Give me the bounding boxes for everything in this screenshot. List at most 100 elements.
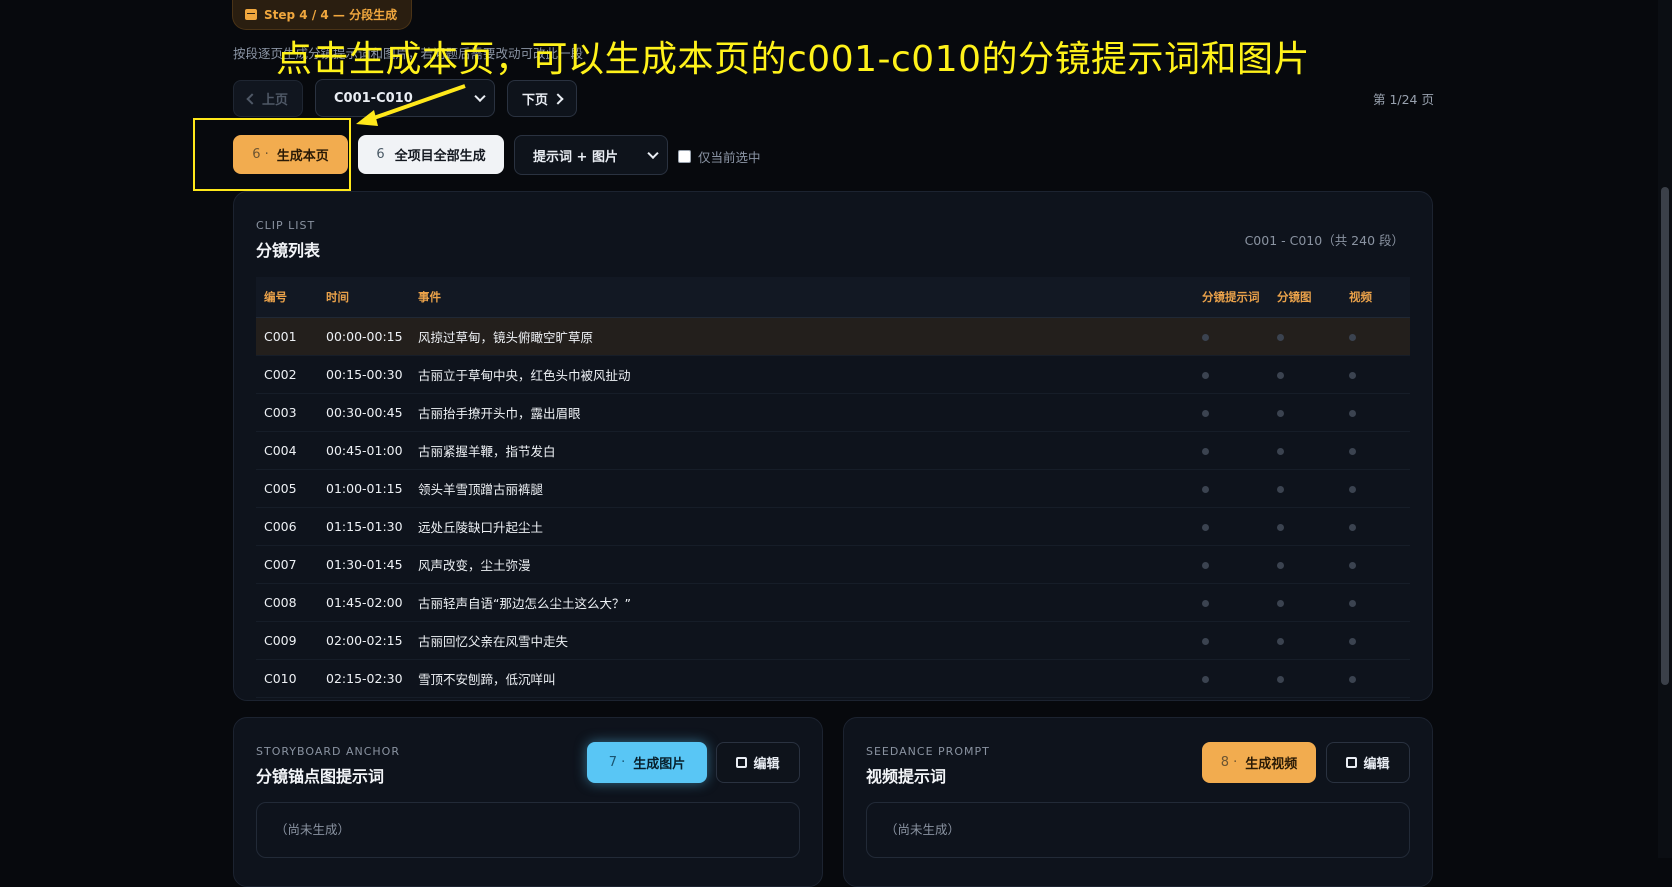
table-row[interactable]: C005 01:00-01:15 领头羊雪顶蹭古丽裤腿	[256, 469, 1410, 508]
status-dot-icon	[1349, 448, 1356, 455]
prev-page-button[interactable]: 上页	[233, 80, 303, 117]
row-id: C002	[256, 355, 325, 394]
clip-table: 编号 时间 事件 分镜提示词 分镜图 视频 C001 00:00-00:15 风…	[256, 277, 1410, 698]
seedance-prompt-panel: SEEDANCE PROMPT 视频提示词 8 · 生成视频 编辑 （尚未生成）	[843, 717, 1433, 887]
seedance-prompt-content: （尚未生成）	[866, 802, 1410, 858]
col-event: 事件	[417, 277, 1201, 318]
row-time: 01:45-02:00	[325, 583, 417, 622]
clip-list-title: 分镜列表	[256, 241, 321, 260]
scrollbar-thumb[interactable]	[1661, 187, 1669, 685]
row-time: 02:15-02:30	[325, 659, 417, 698]
video-status	[1348, 469, 1410, 508]
calendar-icon	[245, 9, 257, 20]
generate-mode-value: 提示词 + 图片	[533, 149, 618, 165]
prompt-status	[1201, 507, 1276, 546]
image-status	[1276, 355, 1348, 394]
table-row[interactable]: C010 02:15-02:30 雪顶不安刨蹄，低沉咩叫	[256, 659, 1410, 698]
image-status	[1276, 507, 1348, 546]
edit-seedance-label: 编辑	[1363, 757, 1390, 772]
status-dot-icon	[1202, 676, 1209, 683]
video-status	[1348, 355, 1410, 394]
status-dot-icon	[1349, 676, 1356, 683]
col-time: 时间	[325, 277, 417, 318]
video-status	[1348, 431, 1410, 470]
clip-list-eyebrow: CLIP LIST	[256, 219, 316, 232]
status-dot-icon	[1349, 600, 1356, 607]
row-event: 风掠过草甸，镜头俯瞰空旷草原	[417, 317, 1201, 356]
table-row[interactable]: C002 00:15-00:30 古丽立于草甸中央，红色头巾被风扯动	[256, 355, 1410, 394]
generate-image-button[interactable]: 7 · 生成图片	[587, 742, 707, 783]
generate-video-button[interactable]: 8 · 生成视频	[1202, 742, 1316, 783]
prompt-status	[1201, 583, 1276, 622]
row-id: C006	[256, 507, 325, 546]
only-current-checkbox[interactable]	[678, 150, 691, 163]
status-dot-icon	[1202, 448, 1209, 455]
edit-seedance-button[interactable]: 编辑	[1326, 742, 1410, 783]
row-event: 风声改变，尘土弥漫	[417, 545, 1201, 584]
scrollbar[interactable]	[1658, 0, 1672, 858]
status-dot-icon	[1277, 334, 1284, 341]
row-id: C001	[256, 317, 325, 356]
generate-all-shortcut: 6	[376, 147, 385, 162]
image-status	[1276, 469, 1348, 508]
row-id: C008	[256, 583, 325, 622]
video-status	[1348, 545, 1410, 584]
status-dot-icon	[1349, 562, 1356, 569]
table-row[interactable]: C009 02:00-02:15 古丽回忆父亲在风雪中走失	[256, 621, 1410, 660]
prompt-status	[1201, 469, 1276, 508]
video-status	[1348, 659, 1410, 698]
table-row[interactable]: C003 00:30-00:45 古丽抬手撩开头巾，露出眉眼	[256, 393, 1410, 432]
status-dot-icon	[1202, 562, 1209, 569]
image-status	[1276, 659, 1348, 698]
col-video: 视频	[1348, 277, 1410, 318]
generate-mode-select[interactable]: 提示词 + 图片	[514, 135, 668, 175]
col-storyboard-prompt: 分镜提示词	[1201, 277, 1276, 318]
image-status	[1276, 621, 1348, 660]
next-page-button[interactable]: 下页	[507, 80, 577, 117]
table-row[interactable]: C006 01:15-01:30 远处丘陵缺口升起尘土	[256, 507, 1410, 546]
annotation-arrow-icon	[356, 84, 466, 126]
prev-page-label: 上页	[261, 93, 288, 108]
row-time: 00:30-00:45	[325, 393, 417, 432]
row-id: C009	[256, 621, 325, 660]
step-indicator: Step 4 / 4 — 分段生成	[232, 0, 413, 30]
chevron-right-icon	[552, 92, 564, 105]
anchor-eyebrow: STORYBOARD ANCHOR	[256, 745, 400, 758]
image-status	[1276, 583, 1348, 622]
row-id: C004	[256, 431, 325, 470]
clip-list-panel: CLIP LIST 分镜列表 C001 - C010（共 240 段） 编号 时…	[233, 191, 1433, 701]
highlight-box	[193, 118, 351, 191]
row-event: 古丽抬手撩开头巾，露出眉眼	[417, 393, 1201, 432]
status-dot-icon	[1202, 410, 1209, 417]
row-time: 02:00-02:15	[325, 621, 417, 660]
status-dot-icon	[1277, 676, 1284, 683]
status-dot-icon	[1349, 486, 1356, 493]
row-event: 古丽紧握羊鞭，指节发白	[417, 431, 1201, 470]
image-status	[1276, 431, 1348, 470]
table-row[interactable]: C007 01:30-01:45 风声改变，尘土弥漫	[256, 545, 1410, 584]
row-event: 古丽轻声自语“那边怎么尘土这么大？”	[417, 583, 1201, 622]
status-dot-icon	[1277, 372, 1284, 379]
annotation-text: 点击生成本页，可以生成本页的c001-c010的分镜提示词和图片	[276, 39, 1311, 80]
only-current-label: 仅当前选中	[698, 150, 761, 165]
seedance-eyebrow: SEEDANCE PROMPT	[866, 745, 990, 758]
row-id: C010	[256, 659, 325, 698]
col-storyboard-image: 分镜图	[1276, 277, 1348, 318]
table-row[interactable]: C004 00:45-01:00 古丽紧握羊鞭，指节发白	[256, 431, 1410, 470]
status-dot-icon	[1277, 448, 1284, 455]
video-status	[1348, 317, 1410, 356]
status-dot-icon	[1202, 524, 1209, 531]
status-dot-icon	[1349, 524, 1356, 531]
edit-anchor-button[interactable]: 编辑	[716, 742, 800, 783]
step-label: Step 4 / 4 — 分段生成	[264, 8, 398, 22]
table-row[interactable]: C008 01:45-02:00 古丽轻声自语“那边怎么尘土这么大？”	[256, 583, 1410, 622]
generate-all-button[interactable]: 6 全项目全部生成	[358, 135, 504, 174]
status-dot-icon	[1202, 334, 1209, 341]
table-row[interactable]: C001 00:00-00:15 风掠过草甸，镜头俯瞰空旷草原	[256, 317, 1410, 356]
status-dot-icon	[1202, 638, 1209, 645]
row-event: 雪顶不安刨蹄，低沉咩叫	[417, 659, 1201, 698]
status-dot-icon	[1202, 372, 1209, 379]
video-status	[1348, 507, 1410, 546]
row-id: C007	[256, 545, 325, 584]
only-current-toggle[interactable]: 仅当前选中	[678, 147, 761, 166]
